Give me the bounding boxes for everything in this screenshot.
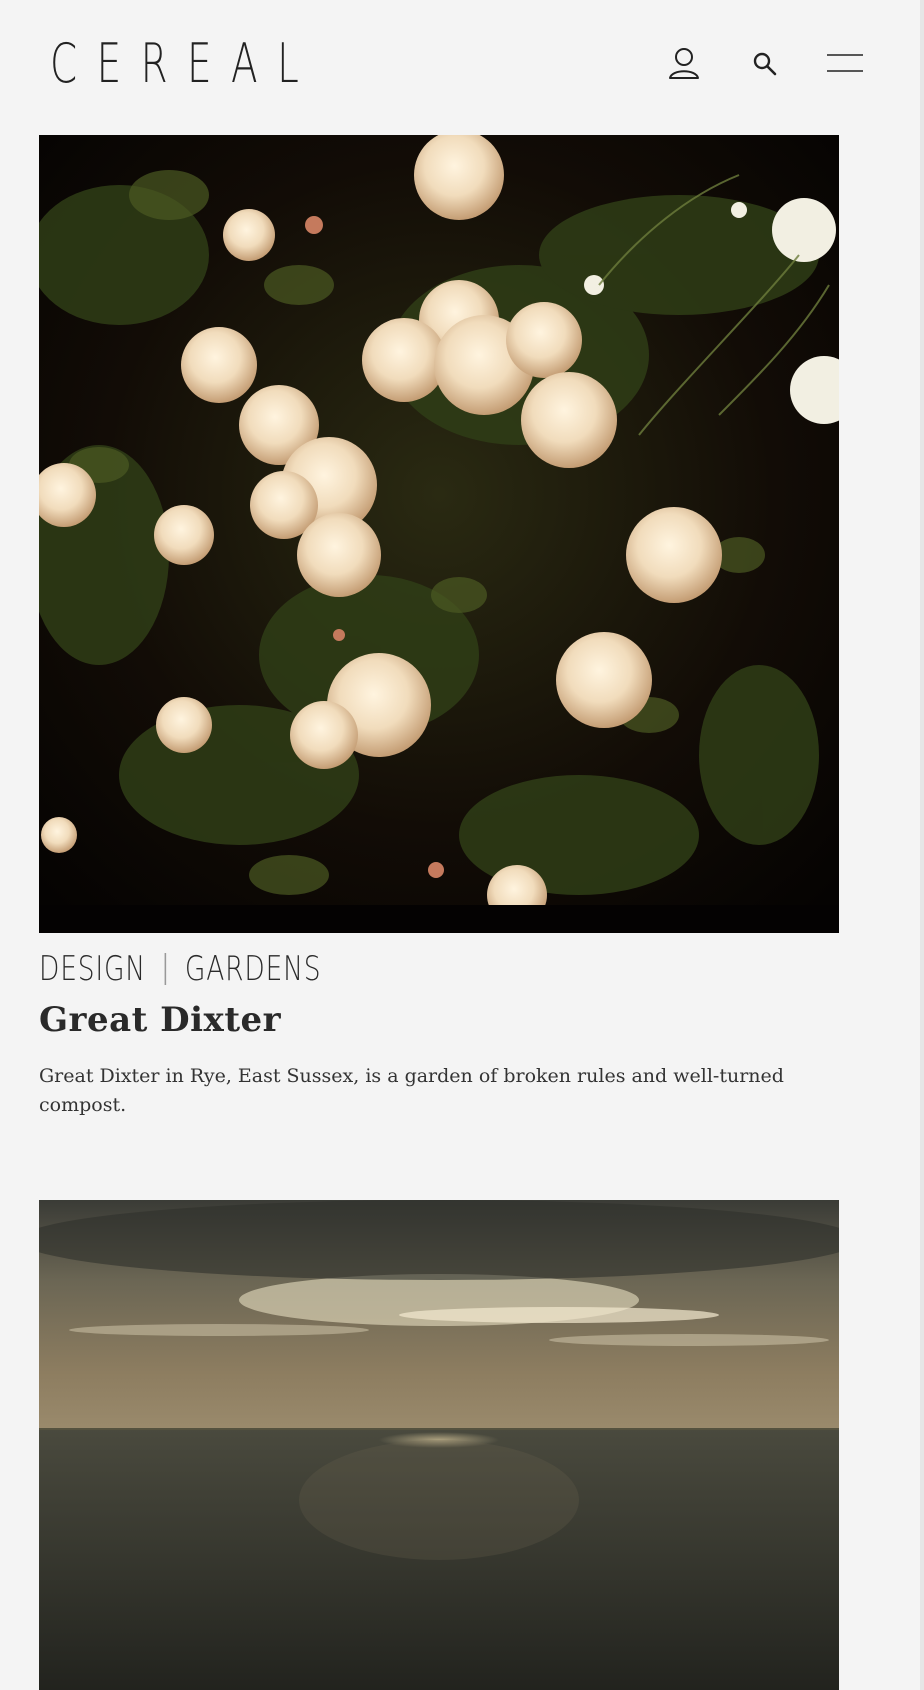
user-icon (669, 48, 699, 79)
menu-icon (827, 54, 863, 72)
menu-button[interactable] (824, 44, 866, 84)
site-logo[interactable]: CEREAL (50, 32, 318, 96)
account-button[interactable] (664, 44, 704, 84)
category-gardens[interactable]: GARDENS (185, 949, 321, 989)
roses-photo (39, 135, 839, 933)
seascape-photo (39, 1200, 839, 1690)
site-header: CEREAL (0, 0, 924, 130)
article-categories: DESIGN GARDENS (39, 946, 321, 992)
category-divider (164, 953, 167, 985)
article-image-great-dixter[interactable] (39, 135, 839, 933)
category-design[interactable]: DESIGN (39, 949, 146, 989)
search-icon (753, 52, 777, 76)
search-button[interactable] (745, 44, 785, 84)
article-image-seascape[interactable] (39, 1200, 839, 1690)
article-title[interactable]: Great Dixter (39, 996, 281, 1044)
article-excerpt: Great Dixter in Rye, East Sussex, is a g… (39, 1065, 784, 1116)
page-scrollbar[interactable] (920, 0, 924, 1690)
